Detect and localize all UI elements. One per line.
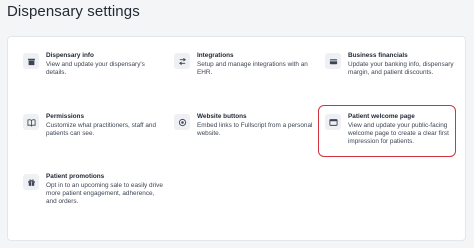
card-permissions[interactable]: Permissions Customize what practitioners… (23, 113, 163, 138)
target-icon (174, 114, 190, 130)
card-title: Patient promotions (46, 173, 105, 180)
card-website-buttons[interactable]: Website buttons Embed links to Fullscrip… (174, 113, 314, 138)
card-business-financials[interactable]: Business financials Update your banking … (325, 52, 465, 77)
card-description: Opt in to an upcoming sale to easily dri… (46, 182, 163, 205)
card-description: Customize what practitioners, staff and … (46, 122, 156, 137)
card-title: Website buttons (197, 113, 247, 120)
card-dispensary-info[interactable]: Dispensary info View and update your dis… (23, 52, 163, 77)
card-description: Update your banking info, dispensary mar… (348, 61, 454, 76)
card-integrations[interactable]: Integrations Setup and manage integratio… (174, 52, 314, 77)
card-title: Dispensary info (46, 52, 94, 59)
page-title: Dispensary settings (7, 3, 140, 20)
card-description: Setup and manage integrations with an EH… (197, 61, 308, 76)
swap-arrows-icon (174, 53, 190, 69)
card-title: Integrations (197, 52, 234, 59)
highlight-outline (318, 105, 456, 157)
settings-page: Dispensary settings Dispensary info View… (0, 0, 474, 248)
card-description: View and update your dispensary's detail… (46, 61, 145, 76)
storefront-icon (23, 53, 39, 69)
card-description: Embed links to Fullscript from a persona… (197, 122, 313, 137)
card-patient-promotions[interactable]: Patient promotions Opt in to an upcoming… (23, 173, 163, 206)
book-icon (23, 114, 39, 130)
card-title: Permissions (46, 113, 85, 120)
gift-icon (23, 174, 39, 190)
card-title: Business financials (348, 52, 408, 59)
credit-card-icon (325, 53, 341, 69)
